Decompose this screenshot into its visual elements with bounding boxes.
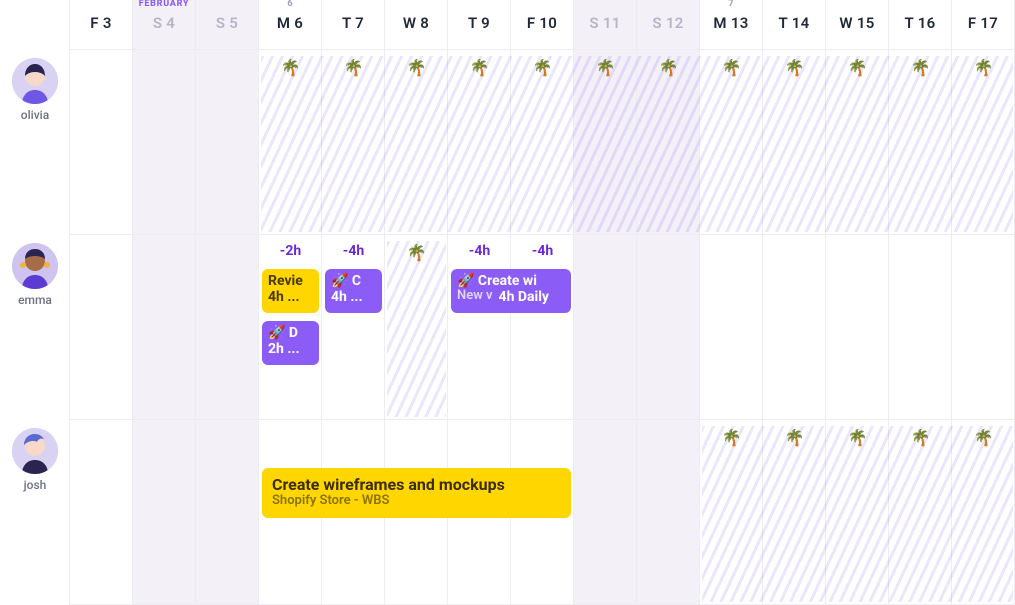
day-column-header[interactable]: S 11: [574, 0, 637, 50]
task-sub: 4h ...: [331, 289, 376, 305]
task-create-wireframes[interactable]: 🚀 Create wi New v 4h Daily: [451, 269, 571, 313]
day-label: W 15: [826, 14, 888, 32]
header-sidebar-spacer: [0, 0, 70, 50]
avatar-emma: [12, 243, 58, 289]
day-label: T 7: [322, 14, 384, 32]
day-column-header[interactable]: S 12: [637, 0, 700, 50]
day-label: W 8: [385, 14, 447, 32]
day-label: S 12: [637, 14, 699, 32]
day-label: S 4: [133, 14, 195, 32]
task-create-t7[interactable]: 🚀 C 4h ...: [325, 269, 382, 313]
person-olivia[interactable]: olivia: [0, 58, 70, 122]
task-design-small[interactable]: 🚀 D 2h ...: [262, 321, 319, 365]
track-josh[interactable]: 🌴🌴🌴🌴🌴 Create wireframes and mockups Shop…: [70, 420, 1015, 604]
task-sub: 2h ...: [268, 341, 313, 357]
month-chip: FEBRUARY: [139, 0, 190, 9]
day-label: F 3: [70, 14, 132, 32]
day-column-header[interactable]: F 10: [511, 0, 574, 50]
day-column-header[interactable]: T 7: [322, 0, 385, 50]
day-label: T 9: [448, 14, 510, 32]
day-label: S 11: [574, 14, 636, 32]
task-title: 🚀 C: [331, 273, 376, 289]
rocket-icon: 🚀: [457, 273, 474, 289]
day-column-header[interactable]: T 9: [448, 0, 511, 50]
task-create-wireframes-mockups[interactable]: Create wireframes and mockups Shopify St…: [262, 468, 571, 518]
week-number: 7: [728, 0, 733, 9]
avatar-olivia: [12, 58, 58, 104]
day-label: T 14: [763, 14, 825, 32]
person-emma[interactable]: emma: [0, 243, 70, 307]
sidebar-bg: [0, 50, 70, 605]
task-review[interactable]: Revie 4h ...: [262, 269, 319, 313]
task-sub: 4h Daily: [499, 289, 549, 305]
rocket-icon: 🚀: [268, 325, 285, 341]
day-label: T 16: [889, 14, 951, 32]
rocket-icon: 🚀: [331, 273, 348, 289]
day-column-header[interactable]: S 4 FEBRUARY: [133, 0, 196, 50]
day-label: F 10: [511, 14, 573, 32]
row-emma: emma 🌴 -2h -4h -4h -4h Revie 4h ...: [0, 235, 1015, 420]
day-column-header[interactable]: S 5: [196, 0, 259, 50]
hours-badge: -2h: [259, 243, 322, 259]
header-divider: [0, 49, 1015, 50]
week-number: 6: [287, 0, 292, 9]
task-title: Revie: [268, 273, 313, 289]
task-title: 🚀 D: [268, 325, 313, 341]
resource-calendar: F 3S 4FEBRUARYS 5M 66T 7W 8T 9F 10S 11S …: [0, 0, 1015, 605]
day-label: M 6: [259, 14, 321, 32]
person-name: josh: [0, 478, 70, 492]
timeoff-w8[interactable]: [387, 241, 446, 417]
day-label: S 5: [196, 14, 258, 32]
hours-badge: -4h: [448, 243, 511, 259]
task-sub: Shopify Store - WBS: [272, 494, 561, 509]
person-name: olivia: [0, 108, 70, 122]
hours-badge: -4h: [511, 243, 574, 259]
vacation-block[interactable]: [261, 56, 1013, 232]
day-column-header[interactable]: F 3: [70, 0, 133, 50]
day-column-header[interactable]: M 13 7: [700, 0, 763, 50]
vacation-block[interactable]: [702, 426, 1013, 602]
day-label: M 13: [700, 14, 762, 32]
task-title: 🚀 Create wi: [457, 273, 565, 289]
day-label: F 17: [952, 14, 1014, 32]
day-column-header[interactable]: W 15: [826, 0, 889, 50]
task-project: New v: [457, 289, 493, 305]
calendar-header: F 3S 4FEBRUARYS 5M 66T 7W 8T 9F 10S 11S …: [0, 0, 1015, 50]
task-title: Create wireframes and mockups: [272, 476, 561, 494]
day-column-header[interactable]: W 8: [385, 0, 448, 50]
avatar-josh: [12, 428, 58, 474]
task-sub: 4h ...: [268, 289, 313, 305]
calendar-body: olivia 🌴🌴🌴🌴🌴🌴🌴🌴🌴🌴🌴🌴 emma 🌴: [0, 50, 1015, 605]
day-column-header[interactable]: T 16: [889, 0, 952, 50]
day-column-header[interactable]: T 14: [763, 0, 826, 50]
row-josh: josh 🌴🌴🌴🌴🌴 Create wireframes and mockups…: [0, 420, 1015, 605]
day-column-header[interactable]: F 17: [952, 0, 1015, 50]
hours-badge: -4h: [322, 243, 385, 259]
day-column-header[interactable]: M 6 6: [259, 0, 322, 50]
row-olivia: olivia 🌴🌴🌴🌴🌴🌴🌴🌴🌴🌴🌴🌴: [0, 50, 1015, 235]
track-olivia[interactable]: 🌴🌴🌴🌴🌴🌴🌴🌴🌴🌴🌴🌴: [70, 50, 1015, 234]
person-name: emma: [0, 293, 70, 307]
track-emma[interactable]: 🌴 -2h -4h -4h -4h Revie 4h ... 🚀 D 2h ..…: [70, 235, 1015, 419]
person-josh[interactable]: josh: [0, 428, 70, 492]
